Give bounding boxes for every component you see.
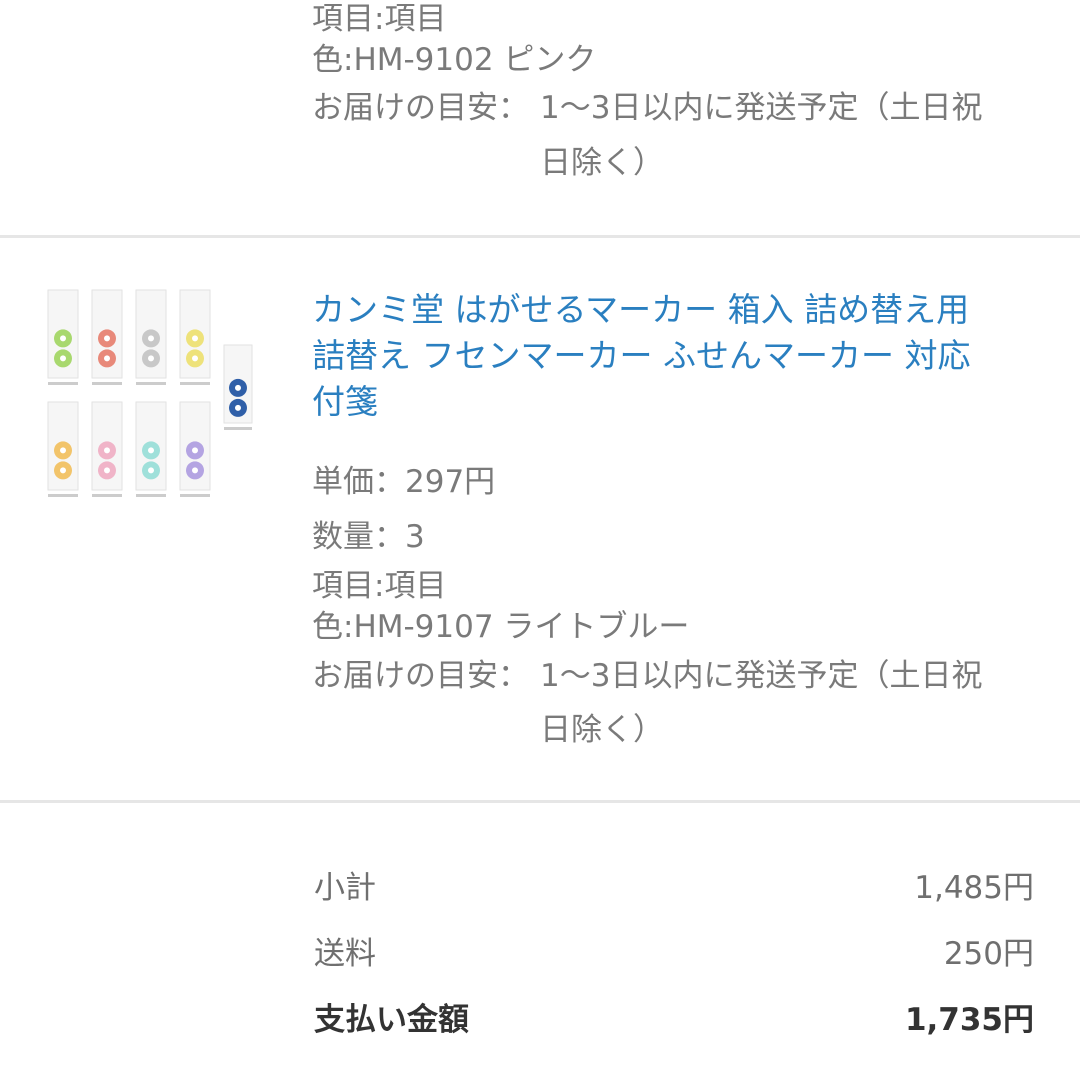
- item-color: 色:HM-9102 ピンク: [312, 42, 597, 78]
- delivery-estimate-cont: 日除く）: [540, 712, 664, 748]
- shipping-label: 送料: [314, 936, 376, 972]
- unit-price: 単価：297円: [312, 464, 496, 500]
- item-color: 色:HM-9107 ライトブルー: [312, 609, 690, 645]
- total-value: 1,735円: [904, 1002, 1034, 1038]
- subtotal-value: 1,485円: [914, 870, 1034, 906]
- divider: [0, 800, 1080, 803]
- delivery-estimate: 1〜3日以内に発送予定（土日祝: [540, 658, 983, 694]
- divider: [0, 235, 1080, 238]
- delivery-label: お届けの目安：: [312, 90, 529, 126]
- delivery-label: お届けの目安：: [312, 658, 529, 694]
- subtotal-label: 小計: [314, 870, 376, 906]
- delivery-estimate: 1〜3日以内に発送予定（土日祝: [540, 90, 983, 126]
- quantity: 数量：3: [312, 519, 425, 555]
- item-option: 項目:項目: [312, 568, 447, 604]
- product-title[interactable]: カンミ堂 はがせるマーカー 箱入 詰め替え用 詰替え フセンマーカー ふせんマー…: [312, 287, 970, 425]
- product-title-line3[interactable]: 付箋: [312, 379, 970, 425]
- item-option: 項目:項目: [312, 1, 447, 37]
- delivery-estimate-cont: 日除く）: [540, 145, 664, 181]
- product-title-line2[interactable]: 詰替え フセンマーカー ふせんマーカー 対応: [312, 333, 970, 379]
- shipping-value: 250円: [943, 936, 1034, 972]
- total-label: 支払い金額: [314, 1002, 469, 1038]
- product-title-line1[interactable]: カンミ堂 はがせるマーカー 箱入 詰め替え用: [312, 287, 970, 333]
- product-thumbnail[interactable]: [40, 285, 270, 505]
